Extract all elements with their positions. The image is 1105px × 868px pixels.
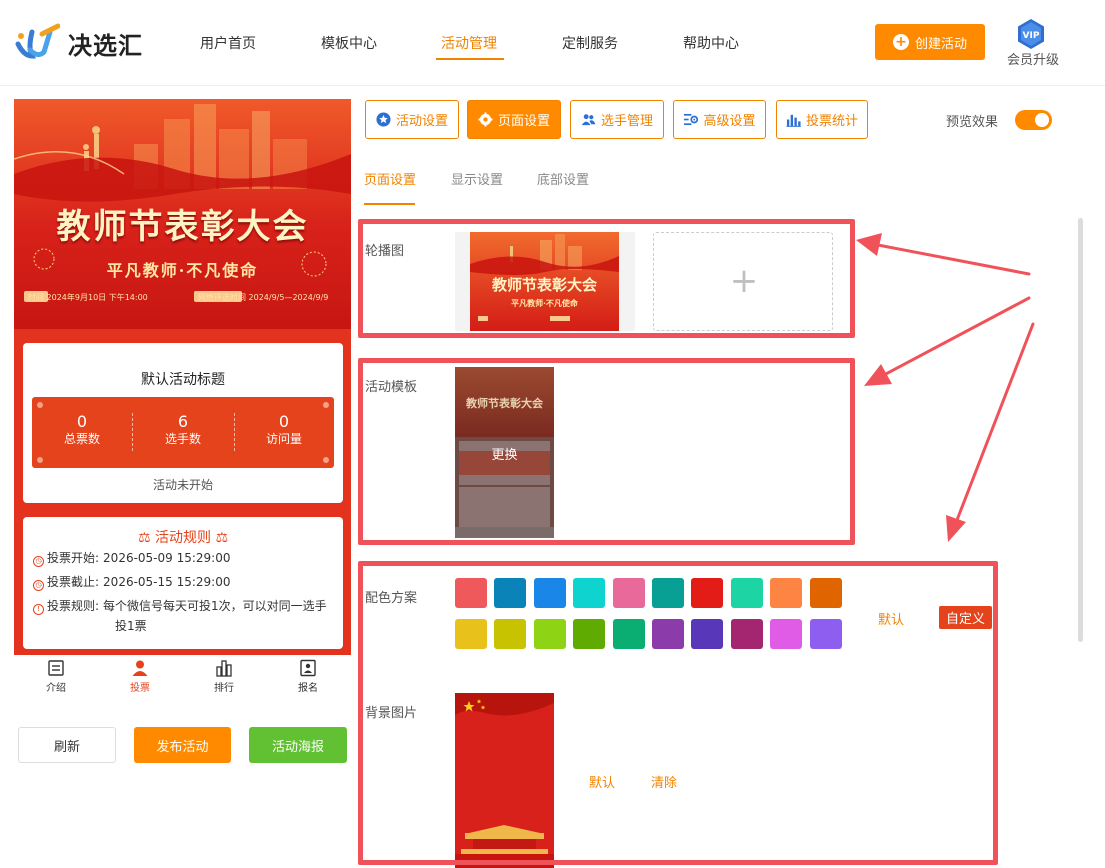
activity-settings-button[interactable]: 活动设置: [365, 100, 459, 139]
rule-vote-policy: ! 投票规则: 每个微信号每天可投1次，可以对同一选手: [33, 597, 327, 615]
highlight-box-carousel: [358, 219, 855, 338]
preview-effect-label: 预览效果: [946, 115, 999, 130]
highlight-box-template: [358, 358, 855, 545]
stat-label: 总票数: [63, 432, 100, 446]
subtab-footer-settings[interactable]: 底部设置: [537, 169, 589, 188]
stats-panel: 0 总票数 6 选手数 0 访问量: [32, 397, 334, 468]
stat-visits: 0 访问量: [234, 413, 334, 447]
rules-title-text: 活动规则: [155, 530, 211, 546]
rule-value: 2026-05-09 15:29:00: [103, 551, 231, 565]
activity-summary-card: 默认活动标题 0 总票数 6 选手数 0 访问量 活动未开始: [23, 343, 343, 503]
tab-intro[interactable]: 介绍: [14, 659, 98, 694]
preview-tabbar: 介绍 投票 排行 报名: [14, 655, 351, 703]
settings-scrollbar[interactable]: [1078, 218, 1083, 642]
page-settings-button[interactable]: 页面设置: [467, 100, 561, 139]
top-header: 决选汇 用户首页 模板中心 活动管理 定制服务 帮助中心 + 创建活动 VIP …: [0, 0, 1105, 86]
tab-label: 介绍: [46, 683, 66, 694]
toolbar-label: 页面设置: [497, 114, 550, 129]
stats-dot: [323, 457, 329, 463]
rule-vote-policy-cont: 投1票: [115, 619, 147, 633]
nav-help-center[interactable]: 帮助中心: [683, 33, 739, 53]
clock-icon: ◷: [33, 580, 44, 591]
nav-template-center[interactable]: 模板中心: [321, 33, 377, 53]
star-icon: [376, 112, 391, 127]
signup-icon: [300, 659, 316, 677]
banner-title: 教师节表彰大会: [56, 207, 309, 247]
plus-circle-icon: +: [892, 34, 909, 50]
publish-activity-button[interactable]: 发布活动: [134, 727, 231, 763]
stat-label: 访问量: [265, 432, 302, 446]
tab-label: 排行: [214, 683, 234, 694]
toolbar-label: 投票统计: [805, 114, 858, 129]
toggle-knob: [1035, 113, 1049, 127]
advanced-settings-button[interactable]: 高级设置: [673, 100, 766, 139]
stat-contestants: 6 选手数: [133, 413, 233, 447]
nav-active-underline: [436, 58, 504, 60]
toolbar-label: 活动设置: [395, 114, 448, 129]
stats-dot: [323, 402, 329, 408]
stat-total-votes: 0 总票数: [32, 413, 132, 447]
rule-vote-start: ◷ 投票开始: 2026-05-09 15:29:00: [33, 549, 231, 567]
tab-signup[interactable]: 报名: [266, 659, 350, 694]
contestant-management-button[interactable]: 选手管理: [570, 100, 664, 139]
rules-title: ⚖ 活动规则 ⚖: [23, 527, 343, 547]
stat-value: 6: [177, 412, 189, 431]
create-activity-label: 创建活动: [914, 36, 967, 52]
gear-icon: [478, 112, 493, 127]
vip-badge-text: VIP: [1023, 31, 1040, 41]
mobile-preview: 教师节表彰大会 平凡教师·不凡使命 时间 2024年9月10日 下午14:00 …: [14, 99, 351, 703]
clock-icon: ◷: [33, 556, 44, 567]
activity-poster-button[interactable]: 活动海报: [249, 727, 347, 763]
tab-label: 报名: [298, 683, 318, 694]
banner-subtitle: 平凡教师·不凡使命: [106, 261, 259, 280]
create-activity-button[interactable]: + 创建活动: [875, 24, 985, 60]
stats-dot: [37, 402, 43, 408]
info-icon: !: [33, 604, 44, 615]
gavel-icon: ⚖: [137, 530, 151, 546]
activity-rules-card: ⚖ 活动规则 ⚖ ◷ 投票开始: 2026-05-09 15:29:00 ◷ 投票截止…: [23, 517, 343, 649]
logo-icon[interactable]: [14, 22, 60, 62]
refresh-button[interactable]: 刷新: [18, 727, 116, 763]
tab-ranking[interactable]: 排行: [182, 659, 266, 694]
nav-activity-management[interactable]: 活动管理: [441, 33, 497, 53]
rule-vote-end: ◷ 投票截止: 2026-05-15 15:29:00: [33, 573, 231, 591]
sliders-icon: [684, 113, 699, 126]
preview-effect-toggle[interactable]: [1015, 110, 1052, 130]
user-icon: [132, 660, 148, 676]
nav-custom-service[interactable]: 定制服务: [562, 33, 618, 53]
stat-value: 0: [76, 412, 88, 431]
tab-vote[interactable]: 投票: [98, 659, 182, 694]
rule-value: 2026-05-15 15:29:00: [103, 575, 231, 589]
preview-banner: 教师节表彰大会 平凡教师·不凡使命 时间 2024年9月10日 下午14:00 …: [14, 99, 351, 329]
brand-name[interactable]: 决选汇: [68, 26, 143, 61]
banner-info-left: 时间 2024年9月10日 下午14:00: [28, 293, 148, 302]
stat-label: 选手数: [164, 432, 201, 446]
gavel-icon: ⚖: [215, 530, 229, 546]
activity-status: 活动未开始: [152, 478, 213, 492]
rule-value: 每个微信号每天可投1次，可以对同一选手: [103, 599, 327, 613]
list-icon: [48, 660, 64, 676]
toolbar-label: 选手管理: [600, 114, 653, 129]
activity-title: 默认活动标题: [141, 372, 225, 388]
toolbar-label: 高级设置: [703, 114, 756, 129]
bar-chart-icon: [216, 660, 232, 677]
nav-user-home[interactable]: 用户首页: [200, 33, 256, 53]
vip-badge-icon[interactable]: VIP: [1015, 18, 1047, 50]
stat-value: 0: [278, 412, 290, 431]
vip-upgrade-label[interactable]: 会员升级: [1007, 49, 1059, 68]
highlight-box-colors: [358, 561, 998, 865]
rule-label: 投票截止:: [47, 575, 100, 589]
subtab-active-underline: [364, 203, 415, 205]
vote-statistics-button[interactable]: 投票统计: [776, 100, 868, 139]
rule-label: 投票规则:: [47, 599, 100, 613]
subtab-display-settings[interactable]: 显示设置: [451, 169, 503, 188]
rule-label: 投票开始:: [47, 551, 100, 565]
banner-info-right: 网络评选时间 2024/9/5—2024/9/9: [198, 293, 329, 302]
tab-label: 投票: [130, 683, 150, 694]
bar-chart-icon: [786, 114, 801, 127]
users-icon: [581, 114, 596, 126]
stats-dot: [37, 457, 43, 463]
subtab-page-settings[interactable]: 页面设置: [364, 169, 416, 188]
